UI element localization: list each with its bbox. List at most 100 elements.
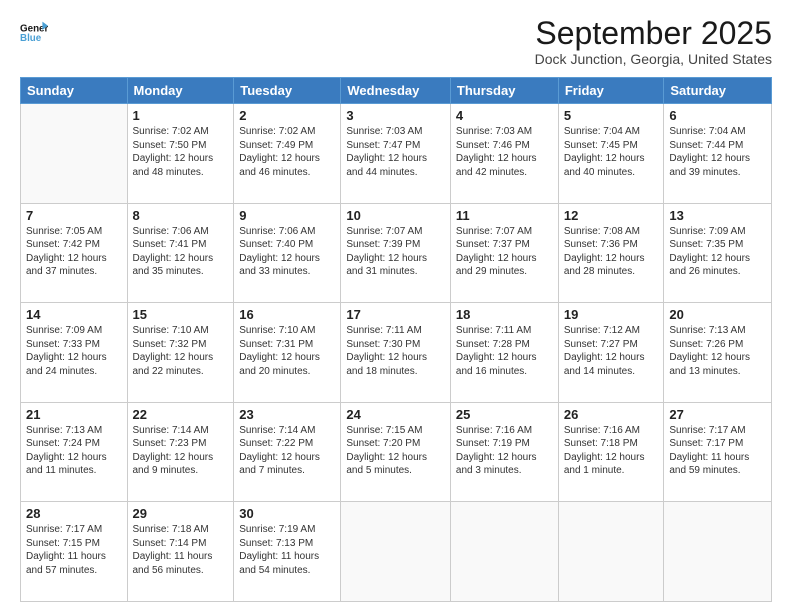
cell-info: Sunrise: 7:19 AMSunset: 7:13 PMDaylight:… — [239, 523, 335, 577]
day-number: 11 — [456, 208, 553, 223]
cell-info: Sunrise: 7:17 AMSunset: 7:17 PMDaylight:… — [669, 424, 766, 478]
day-number: 26 — [564, 407, 659, 422]
calendar-header-row: Sunday Monday Tuesday Wednesday Thursday… — [21, 78, 772, 104]
calendar-week-row: 7 Sunrise: 7:05 AMSunset: 7:42 PMDaylight… — [21, 203, 772, 303]
cell-info: Sunrise: 7:07 AMSunset: 7:37 PMDaylight:… — [456, 225, 553, 279]
logo: General Blue — [20, 16, 48, 44]
table-row: 29Sunrise: 7:18 AMSunset: 7:14 PMDayligh… — [127, 502, 234, 602]
cell-info: Sunrise: 7:18 AMSunset: 7:14 PMDaylight:… — [133, 523, 229, 577]
table-row: 8 Sunrise: 7:06 AMSunset: 7:41 PMDaylight… — [127, 203, 234, 303]
col-friday: Friday — [558, 78, 664, 104]
table-row: 14 Sunrise: 7:09 AMSunset: 7:33 PMDayligh… — [21, 303, 128, 403]
table-row: 27 Sunrise: 7:17 AMSunset: 7:17 PMDayligh… — [664, 402, 772, 502]
col-tuesday: Tuesday — [234, 78, 341, 104]
cell-info: Sunrise: 7:10 AMSunset: 7:31 PMDaylight:… — [239, 324, 335, 378]
title-block: September 2025 Dock Junction, Georgia, U… — [535, 16, 772, 67]
cell-info: Sunrise: 7:12 AMSunset: 7:27 PMDaylight:… — [564, 324, 659, 378]
cell-info: Sunrise: 7:16 AMSunset: 7:18 PMDaylight:… — [564, 424, 659, 478]
cell-info: Sunrise: 7:06 AMSunset: 7:40 PMDaylight:… — [239, 225, 335, 279]
cell-info: Sunrise: 7:07 AMSunset: 7:39 PMDaylight:… — [346, 225, 445, 279]
day-number: 28 — [26, 506, 122, 521]
table-row — [664, 502, 772, 602]
cell-info: Sunrise: 7:13 AMSunset: 7:24 PMDaylight:… — [26, 424, 122, 478]
table-row: 1 Sunrise: 7:02 AMSunset: 7:50 PMDaylight… — [127, 104, 234, 204]
table-row: 24Sunrise: 7:15 AMSunset: 7:20 PMDayligh… — [341, 402, 451, 502]
table-row: 15 Sunrise: 7:10 AMSunset: 7:32 PMDayligh… — [127, 303, 234, 403]
day-number: 14 — [26, 307, 122, 322]
subtitle: Dock Junction, Georgia, United States — [535, 51, 772, 67]
cell-info: Sunrise: 7:11 AMSunset: 7:28 PMDaylight:… — [456, 324, 553, 378]
day-number: 30 — [239, 506, 335, 521]
table-row: 19 Sunrise: 7:12 AMSunset: 7:27 PMDayligh… — [558, 303, 664, 403]
table-row: 16 Sunrise: 7:10 AMSunset: 7:31 PMDayligh… — [234, 303, 341, 403]
table-row: 3Sunrise: 7:03 AMSunset: 7:47 PMDaylight… — [341, 104, 451, 204]
day-number: 6 — [669, 108, 766, 123]
table-row: 17 Sunrise: 7:11 AMSunset: 7:30 PMDayligh… — [341, 303, 451, 403]
col-wednesday: Wednesday — [341, 78, 451, 104]
cell-info: Sunrise: 7:15 AMSunset: 7:20 PMDaylight:… — [346, 424, 445, 478]
day-number: 15 — [133, 307, 229, 322]
cell-info: Sunrise: 7:16 AMSunset: 7:19 PMDaylight:… — [456, 424, 553, 478]
day-number: 19 — [564, 307, 659, 322]
table-row: 13Sunrise: 7:09 AMSunset: 7:35 PMDayligh… — [664, 203, 772, 303]
table-row — [450, 502, 558, 602]
logo-icon: General Blue — [20, 16, 48, 44]
day-number: 8 — [133, 208, 229, 223]
table-row: 12 Sunrise: 7:08 AMSunset: 7:36 PMDayligh… — [558, 203, 664, 303]
col-sunday: Sunday — [21, 78, 128, 104]
cell-info: Sunrise: 7:04 AMSunset: 7:45 PMDaylight:… — [564, 125, 659, 179]
cell-info: Sunrise: 7:06 AMSunset: 7:41 PMDaylight:… — [133, 225, 229, 279]
table-row: 28 Sunrise: 7:17 AMSunset: 7:15 PMDayligh… — [21, 502, 128, 602]
table-row: 22Sunrise: 7:14 AMSunset: 7:23 PMDayligh… — [127, 402, 234, 502]
day-number: 22 — [133, 407, 229, 422]
day-number: 20 — [669, 307, 766, 322]
day-number: 7 — [26, 208, 122, 223]
cell-info: Sunrise: 7:02 AMSunset: 7:49 PMDaylight:… — [239, 125, 335, 179]
table-row — [21, 104, 128, 204]
table-row: 9 Sunrise: 7:06 AMSunset: 7:40 PMDaylight… — [234, 203, 341, 303]
calendar-week-row: 1 Sunrise: 7:02 AMSunset: 7:50 PMDaylight… — [21, 104, 772, 204]
table-row: 7 Sunrise: 7:05 AMSunset: 7:42 PMDaylight… — [21, 203, 128, 303]
cell-info: Sunrise: 7:04 AMSunset: 7:44 PMDaylight:… — [669, 125, 766, 179]
day-number: 16 — [239, 307, 335, 322]
day-number: 13 — [669, 208, 766, 223]
calendar-week-row: 28 Sunrise: 7:17 AMSunset: 7:15 PMDayligh… — [21, 502, 772, 602]
cell-info: Sunrise: 7:08 AMSunset: 7:36 PMDaylight:… — [564, 225, 659, 279]
svg-text:Blue: Blue — [20, 33, 42, 44]
cell-info: Sunrise: 7:09 AMSunset: 7:33 PMDaylight:… — [26, 324, 122, 378]
col-monday: Monday — [127, 78, 234, 104]
cell-info: Sunrise: 7:14 AMSunset: 7:22 PMDaylight:… — [239, 424, 335, 478]
day-number: 27 — [669, 407, 766, 422]
day-number: 17 — [346, 307, 445, 322]
cell-info: Sunrise: 7:03 AMSunset: 7:47 PMDaylight:… — [346, 125, 445, 179]
table-row: 26 Sunrise: 7:16 AMSunset: 7:18 PMDayligh… — [558, 402, 664, 502]
calendar-week-row: 21Sunrise: 7:13 AMSunset: 7:24 PMDayligh… — [21, 402, 772, 502]
calendar-week-row: 14 Sunrise: 7:09 AMSunset: 7:33 PMDayligh… — [21, 303, 772, 403]
day-number: 9 — [239, 208, 335, 223]
table-row: 4 Sunrise: 7:03 AMSunset: 7:46 PMDaylight… — [450, 104, 558, 204]
cell-info: Sunrise: 7:10 AMSunset: 7:32 PMDaylight:… — [133, 324, 229, 378]
cell-info: Sunrise: 7:11 AMSunset: 7:30 PMDaylight:… — [346, 324, 445, 378]
calendar: Sunday Monday Tuesday Wednesday Thursday… — [20, 77, 772, 602]
day-number: 4 — [456, 108, 553, 123]
cell-info: Sunrise: 7:05 AMSunset: 7:42 PMDaylight:… — [26, 225, 122, 279]
day-number: 1 — [133, 108, 229, 123]
table-row: 30 Sunrise: 7:19 AMSunset: 7:13 PMDayligh… — [234, 502, 341, 602]
table-row — [341, 502, 451, 602]
day-number: 18 — [456, 307, 553, 322]
table-row: 10Sunrise: 7:07 AMSunset: 7:39 PMDayligh… — [341, 203, 451, 303]
header: General Blue September 2025 Dock Junctio… — [20, 16, 772, 67]
page: General Blue September 2025 Dock Junctio… — [0, 0, 792, 612]
table-row: 6 Sunrise: 7:04 AMSunset: 7:44 PMDaylight… — [664, 104, 772, 204]
cell-info: Sunrise: 7:13 AMSunset: 7:26 PMDaylight:… — [669, 324, 766, 378]
cell-info: Sunrise: 7:02 AMSunset: 7:50 PMDaylight:… — [133, 125, 229, 179]
main-title: September 2025 — [535, 16, 772, 51]
day-number: 25 — [456, 407, 553, 422]
cell-info: Sunrise: 7:03 AMSunset: 7:46 PMDaylight:… — [456, 125, 553, 179]
day-number: 23 — [239, 407, 335, 422]
table-row: 20 Sunrise: 7:13 AMSunset: 7:26 PMDayligh… — [664, 303, 772, 403]
table-row — [558, 502, 664, 602]
cell-info: Sunrise: 7:17 AMSunset: 7:15 PMDaylight:… — [26, 523, 122, 577]
day-number: 12 — [564, 208, 659, 223]
table-row: 11 Sunrise: 7:07 AMSunset: 7:37 PMDayligh… — [450, 203, 558, 303]
